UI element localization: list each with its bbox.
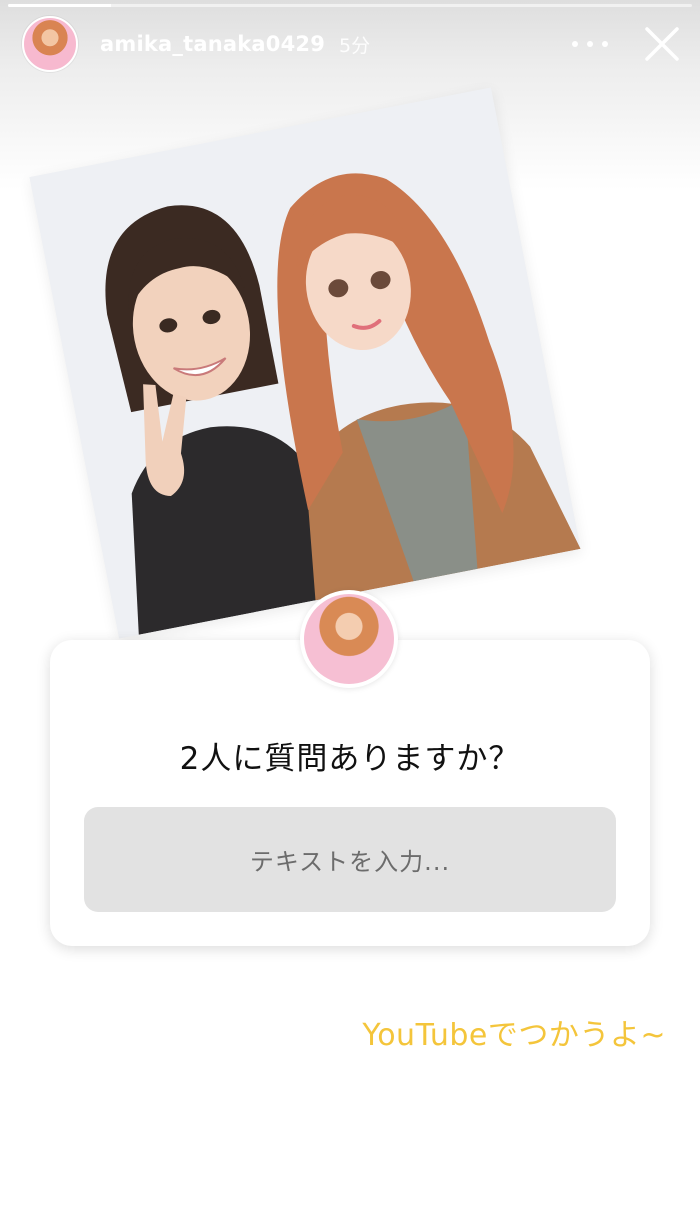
story-header: amika_tanaka0429 5分 — [22, 16, 682, 72]
user-avatar[interactable] — [22, 16, 78, 72]
question-text: 2人に質問ありますか？ — [179, 741, 521, 777]
time-ago: 5分 — [339, 34, 371, 57]
story-viewer[interactable]: amika_tanaka0429 5分 2人に質問ありますか？ テキストを入力.… — [0, 0, 700, 1215]
sticker-avatar — [300, 590, 398, 688]
answer-input[interactable]: テキストを入力... — [84, 807, 616, 912]
story-progress-fill — [8, 4, 111, 7]
story-progress-bar — [8, 4, 692, 7]
close-icon[interactable] — [642, 24, 682, 64]
story-photo — [29, 87, 581, 639]
username[interactable]: amika_tanaka0429 — [100, 32, 325, 56]
photo-illustration — [29, 87, 581, 639]
story-caption: YouTubeでつかうよ~ — [362, 1018, 666, 1053]
more-horizontal-icon[interactable] — [572, 29, 608, 59]
